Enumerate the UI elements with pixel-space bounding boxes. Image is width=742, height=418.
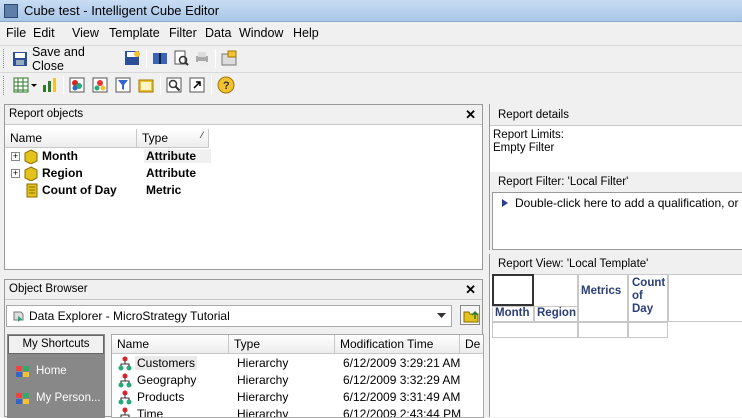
menu-edit[interactable]: Edit [33,26,55,40]
list-item[interactable]: + Month Attribute [9,148,209,165]
list-item[interactable]: Count of Day Metric [9,182,209,199]
toolbar-grip[interactable] [3,76,6,95]
open-book-icon[interactable] [151,49,169,67]
object-browser-header: Object Browser ✕ [5,280,482,300]
hierarchy-icon [118,390,132,405]
print-icon[interactable] [193,49,211,67]
toolbar-main: Save and Close [0,45,742,70]
tab-my-shortcuts[interactable]: My Shortcuts [8,335,104,354]
grid-data-cell [578,322,628,338]
expand-icon[interactable]: + [11,152,20,161]
save-icon [12,51,28,67]
metrics-header[interactable]: Metrics [578,274,628,322]
table-row[interactable]: Products Hierarchy 6/12/2009 3:31:49 AM [112,389,484,406]
expand-icon[interactable]: + [11,169,20,178]
column-header-description[interactable]: De [460,335,484,354]
window-title: Cube test - Intelligent Cube Editor [24,3,219,18]
report-filter-title: Report Filter: 'Local Filter' [498,176,628,188]
object-browser-icon[interactable] [91,76,109,94]
menu-window[interactable]: Window [239,26,283,40]
svg-text:?: ? [223,80,230,92]
location-dropdown[interactable]: Data Explorer - MicroStrategy Tutorial [6,305,452,327]
save-as-icon[interactable] [123,49,141,67]
title-bar: Cube test - Intelligent Cube Editor [0,0,742,22]
table-row[interactable]: Geography Hierarchy 6/12/2009 3:32:29 AM [112,372,484,389]
go-up-folder-button[interactable] [460,305,480,325]
hierarchy-icon [118,407,132,418]
shortcuts-pane: My Shortcuts Home My Person... [7,334,105,418]
attribute-icon [24,149,38,164]
shortcut-my-personal[interactable]: My Person... [15,389,103,407]
save-close-button[interactable]: Save and Close [12,49,120,68]
report-details-icon[interactable] [137,76,155,94]
column-header-name[interactable]: Name [5,129,137,148]
panel-title: Object Browser [9,283,88,295]
filter-hint: Double-click here to add a qualification… [515,196,742,210]
chevron-down-icon [437,313,446,319]
grid-dropdown-icon[interactable] [30,76,38,94]
grid-view-icon[interactable] [12,76,30,94]
report-details-header: Report details [490,104,742,126]
close-icon[interactable]: ✕ [465,282,476,298]
hierarchy-icon [118,356,132,371]
report-objects-header: Report objects ✕ [5,105,482,125]
report-view-panel: Report View: 'Local Template' Metrics Co… [489,254,742,417]
column-header-empty [209,129,482,148]
find-icon[interactable] [165,76,183,94]
graph-view-icon[interactable] [40,76,58,94]
column-header-type[interactable]: Type [229,335,335,354]
menu-template[interactable]: Template [109,26,160,40]
grid-corner-cell[interactable] [492,274,534,306]
menu-view[interactable]: View [72,26,99,40]
row-header-month[interactable]: Month [492,306,534,322]
help-icon[interactable]: ? [217,76,235,94]
app-icon [4,4,18,18]
report-objects-icon[interactable] [68,76,86,94]
filter-drop-area[interactable]: Double-click here to add a qualification… [492,192,742,250]
view-filter-icon[interactable] [114,76,132,94]
toolbar-grip[interactable] [3,49,6,68]
table-row[interactable]: Time Hierarchy 6/12/2009 2:43:44 PM [112,406,484,418]
play-icon [501,198,509,208]
row-header-region[interactable]: Region [534,306,578,322]
home-icon [15,364,31,378]
sort-icon: ⁄ [201,130,203,140]
save-close-label: Save and Close [32,45,120,73]
empty-filter-label: Empty Filter [493,142,554,154]
menu-filter[interactable]: Filter [169,26,197,40]
menu-file[interactable]: File [6,26,26,40]
toolbar-secondary: ? [0,72,742,97]
grid-data-row [492,322,578,338]
print-preview-icon[interactable] [172,49,190,67]
panel-title: Report objects [9,108,83,120]
close-icon[interactable]: ✕ [465,107,476,123]
personal-objects-icon [15,391,31,405]
menu-bar: File Edit View Template Filter Data Wind… [0,23,742,44]
table-row[interactable]: Customers Hierarchy 6/12/2009 3:29:21 AM [112,355,484,372]
shortcut-home[interactable]: Home [15,362,103,380]
folder-up-icon [463,308,479,323]
report-filter-panel: Report Filter: 'Local Filter' Double-cli… [489,172,742,250]
report-details-panel: Report details Report Limits: Empty Filt… [489,104,742,172]
metric-column-header[interactable]: Count of Day [628,274,668,322]
data-explorer-icon [12,310,24,322]
grid-data-cell [628,322,668,338]
grid-filler [668,274,742,322]
report-view-title: Report View: 'Local Template' [490,254,742,274]
report-objects-panel: Report objects ✕ Name Type⁄ + Month Attr… [4,104,483,270]
column-header-name[interactable]: Name [112,335,229,354]
menu-data[interactable]: Data [205,26,231,40]
metric-icon [26,183,38,198]
object-browser-panel: Object Browser ✕ Data Explorer - MicroSt… [4,279,483,417]
properties-icon[interactable] [220,49,238,67]
object-list: Name Type Modification Time De Customers… [111,334,484,418]
menu-help[interactable]: Help [293,26,319,40]
shortcut-icon[interactable] [188,76,206,94]
list-item[interactable]: + Region Attribute [9,165,209,182]
column-header-type[interactable]: Type⁄ [137,129,209,148]
hierarchy-icon [118,373,132,388]
column-header-modification-time[interactable]: Modification Time [335,335,460,354]
attribute-icon [24,166,38,181]
report-limits-label: Report Limits: [493,129,564,141]
